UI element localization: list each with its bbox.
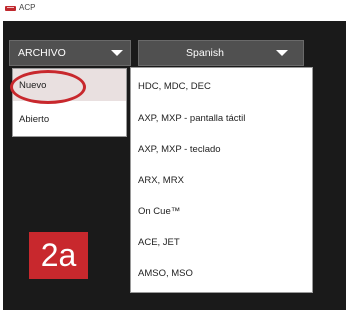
window-title: ACP bbox=[19, 3, 36, 12]
submenu-item-label: AXP, MXP - pantalla táctil bbox=[138, 113, 246, 124]
submenu-item-arx-mrx[interactable]: ARX, MRX bbox=[131, 165, 312, 196]
menu-item-abierto[interactable]: Abierto bbox=[13, 103, 126, 135]
language-dropdown[interactable]: Spanish bbox=[138, 40, 304, 66]
submenu-item-label: AMSO, MSO bbox=[138, 268, 193, 279]
chevron-down-icon bbox=[276, 50, 288, 56]
submenu-item-label: On Cue™ bbox=[138, 206, 181, 217]
chevron-down-icon bbox=[111, 50, 123, 56]
submenu-item-axp-mxp-touchscreen[interactable]: AXP, MXP - pantalla táctil bbox=[131, 103, 312, 134]
menu-item-label: Abierto bbox=[19, 114, 50, 125]
title-bar: ACP bbox=[0, 0, 346, 18]
language-selected-value: Spanish bbox=[186, 47, 224, 59]
app-main-area: ARCHIVO Spanish Nuevo Abierto HDC, MDC, … bbox=[3, 21, 346, 310]
submenu-item-label: ARX, MRX bbox=[138, 175, 184, 186]
submenu-item-label: HDC, MDC, DEC bbox=[138, 81, 211, 92]
step-badge: 2a bbox=[29, 232, 88, 279]
submenu-item-on-cue[interactable]: On Cue™ bbox=[131, 196, 312, 227]
submenu-item-axp-mxp-keyboard[interactable]: AXP, MXP - teclado bbox=[131, 134, 312, 165]
submenu-item-amso-mso[interactable]: AMSO, MSO bbox=[131, 258, 312, 289]
submenu-item-label: ACE, JET bbox=[138, 237, 180, 248]
file-menu-label: ARCHIVO bbox=[18, 47, 66, 59]
submenu-item-label: AXP, MXP - teclado bbox=[138, 144, 221, 155]
highlight-circle-annotation bbox=[10, 70, 86, 104]
device-submenu: HDC, MDC, DEC AXP, MXP - pantalla táctil… bbox=[130, 67, 313, 293]
acp-logo-icon bbox=[5, 6, 16, 11]
submenu-item-hdc-mdc-dec[interactable]: HDC, MDC, DEC bbox=[131, 71, 312, 102]
submenu-item-ace-jet[interactable]: ACE, JET bbox=[131, 227, 312, 258]
file-menu-dropdown[interactable]: ARCHIVO bbox=[9, 40, 131, 66]
